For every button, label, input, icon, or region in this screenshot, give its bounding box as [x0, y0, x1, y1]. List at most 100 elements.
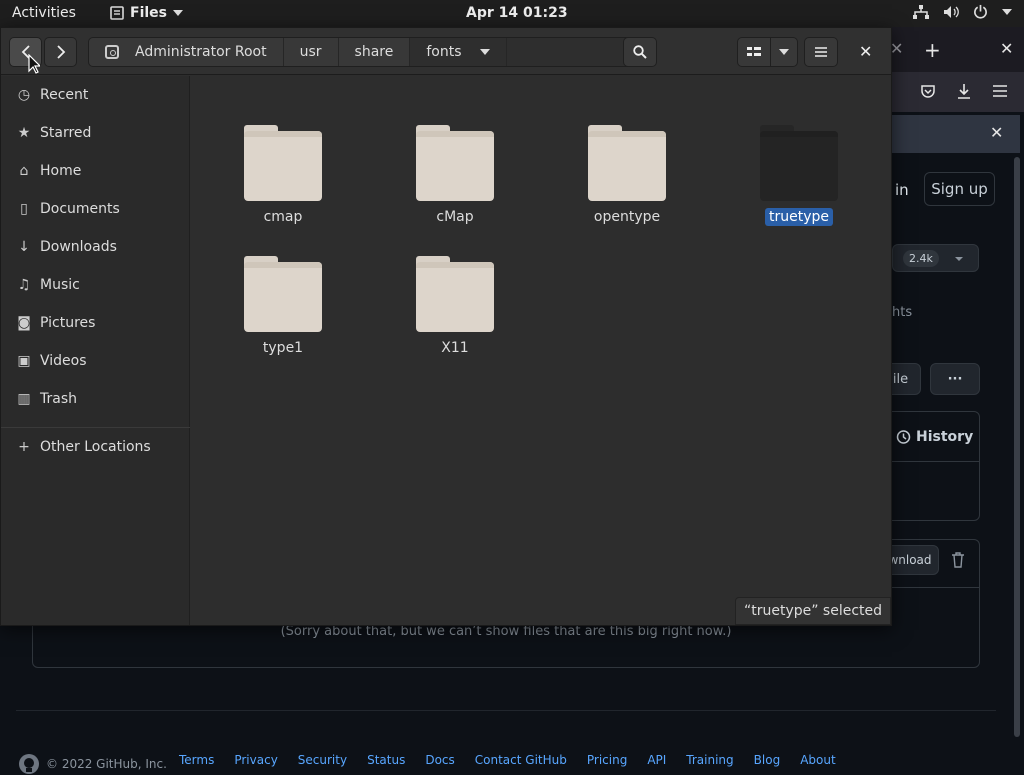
- footer-link-privacy[interactable]: Privacy: [234, 753, 277, 767]
- new-tab-icon[interactable]: +: [924, 38, 941, 62]
- download-icon: ↓: [18, 239, 30, 255]
- history-link[interactable]: History: [881, 412, 979, 462]
- footer-link-training[interactable]: Training: [686, 753, 733, 767]
- app-menu[interactable]: Files: [110, 5, 183, 21]
- sidebar-item-label: Other Locations: [40, 439, 151, 455]
- sidebar-item-music[interactable]: ♫ Music: [1, 266, 190, 304]
- sidebar-item-label: Pictures: [40, 315, 96, 331]
- folder-icon: [416, 256, 494, 332]
- footer-divider: [16, 710, 996, 711]
- app-menu-label: Files: [130, 5, 167, 21]
- folder-icon: [244, 125, 322, 201]
- gnome-top-bar: Activities Files Apr 14 01:23: [0, 0, 1024, 27]
- chevron-down-icon: [779, 49, 789, 55]
- folder-icon: [416, 125, 494, 201]
- footer-link-docs[interactable]: Docs: [425, 753, 454, 767]
- download-icon[interactable]: [956, 83, 972, 100]
- path-crumb-label: share: [354, 44, 394, 60]
- footer-link-contact[interactable]: Contact GitHub: [475, 753, 567, 767]
- sidebar-item-downloads[interactable]: ↓ Downloads: [1, 228, 190, 266]
- music-icon: ♫: [17, 277, 31, 293]
- search-button[interactable]: [623, 37, 657, 67]
- plus-icon: +: [18, 439, 30, 455]
- home-icon: ⌂: [19, 163, 29, 179]
- folder-icon: [244, 256, 322, 332]
- hamburger-menu-icon: [815, 47, 827, 57]
- footer-links: Terms Privacy Security Status Docs Conta…: [179, 753, 836, 767]
- folder-name: cmap: [263, 209, 303, 225]
- path-crumb-root[interactable]: Administrator Root: [89, 38, 284, 66]
- hamburger-menu-icon[interactable]: [992, 84, 1008, 98]
- pocket-icon[interactable]: [920, 84, 936, 100]
- sidebar-item-home[interactable]: ⌂ Home: [1, 152, 190, 190]
- places-sidebar: ◷ Recent ★ Starred ⌂ Home ▯ Documents ↓ Downl…: [1, 76, 190, 625]
- copyright-text: © 2022 GitHub, Inc.: [46, 757, 167, 771]
- path-crumb-label: fonts: [426, 44, 462, 60]
- clock[interactable]: Apr 14 01:23: [466, 5, 568, 21]
- search-icon: [633, 45, 647, 59]
- folder-name: cMap: [436, 209, 474, 225]
- more-options-button[interactable]: ···: [930, 363, 980, 395]
- trash-icon[interactable]: [951, 552, 965, 568]
- camera-icon: ◙: [17, 315, 31, 331]
- folder-name: X11: [441, 340, 469, 356]
- video-icon: ▣: [17, 353, 31, 369]
- window-close-icon[interactable]: ✕: [1000, 39, 1013, 58]
- sidebar-item-starred[interactable]: ★ Starred: [1, 114, 190, 152]
- footer-link-pricing[interactable]: Pricing: [587, 753, 627, 767]
- close-icon[interactable]: ✕: [990, 123, 1003, 142]
- star-button-group[interactable]: 2.4k: [892, 244, 979, 272]
- insights-tab[interactable]: hts: [892, 305, 912, 320]
- forward-button[interactable]: [44, 37, 77, 67]
- folder-view: cmap cMap opentype truetype type1 X11: [191, 76, 891, 625]
- list-view-icon: [747, 47, 761, 56]
- files-window: Administrator Root usr share fonts ✕ ◷ Re…: [0, 27, 892, 626]
- star-icon: ★: [17, 125, 31, 141]
- path-crumb-share[interactable]: share: [339, 38, 411, 66]
- file-too-big-message: (Sorry about that, but we can’t show fil…: [280, 624, 732, 639]
- sidebar-item-documents[interactable]: ▯ Documents: [1, 190, 190, 228]
- main-menu-button[interactable]: [804, 37, 838, 67]
- file-header-box: History: [880, 411, 980, 521]
- sidebar-item-other-locations[interactable]: + Other Locations: [1, 428, 190, 466]
- sign-up-button[interactable]: Sign up: [924, 172, 995, 206]
- footer-link-api[interactable]: API: [647, 753, 666, 767]
- folder-item[interactable]: opentype: [572, 125, 682, 245]
- volume-icon: [944, 5, 959, 18]
- notification-banner: ✕: [890, 115, 1020, 153]
- sidebar-item-videos[interactable]: ▣ Videos: [1, 342, 190, 380]
- folder-item[interactable]: cmap: [228, 125, 338, 245]
- page-scrollbar[interactable]: [1014, 157, 1020, 737]
- footer-link-security[interactable]: Security: [298, 753, 347, 767]
- folder-item[interactable]: cMap: [400, 125, 510, 245]
- document-icon: ▯: [20, 201, 28, 217]
- view-mode-button[interactable]: [737, 37, 771, 67]
- view-options-button[interactable]: [770, 37, 798, 67]
- sidebar-item-label: Recent: [40, 87, 89, 103]
- footer-link-blog[interactable]: Blog: [754, 753, 781, 767]
- tab-close-icon[interactable]: ✕: [890, 39, 903, 58]
- footer-link-about[interactable]: About: [800, 753, 835, 767]
- path-crumb-usr[interactable]: usr: [284, 38, 339, 66]
- sign-in-link[interactable]: in: [895, 181, 909, 199]
- sidebar-item-recent[interactable]: ◷ Recent: [1, 76, 190, 114]
- folder-item[interactable]: X11: [400, 256, 510, 376]
- folder-item-selected[interactable]: truetype: [744, 125, 854, 245]
- path-crumb-fonts[interactable]: fonts: [410, 38, 507, 66]
- system-tray[interactable]: [913, 4, 1012, 19]
- path-crumb-label: usr: [299, 44, 322, 60]
- history-icon: [896, 429, 911, 444]
- files-app-icon: [110, 6, 124, 20]
- sidebar-item-trash[interactable]: ▥ Trash: [1, 380, 190, 418]
- github-logo-icon[interactable]: [18, 753, 40, 775]
- drive-icon: [105, 45, 119, 59]
- clock-icon: ◷: [17, 87, 31, 103]
- footer-link-status[interactable]: Status: [367, 753, 405, 767]
- folder-icon: [588, 125, 666, 201]
- chevron-down-icon: [955, 257, 963, 261]
- close-icon[interactable]: ✕: [859, 42, 872, 61]
- folder-item[interactable]: type1: [228, 256, 338, 376]
- footer-link-terms[interactable]: Terms: [179, 753, 214, 767]
- sidebar-item-pictures[interactable]: ◙ Pictures: [1, 304, 190, 342]
- activities-button[interactable]: Activities: [12, 5, 76, 21]
